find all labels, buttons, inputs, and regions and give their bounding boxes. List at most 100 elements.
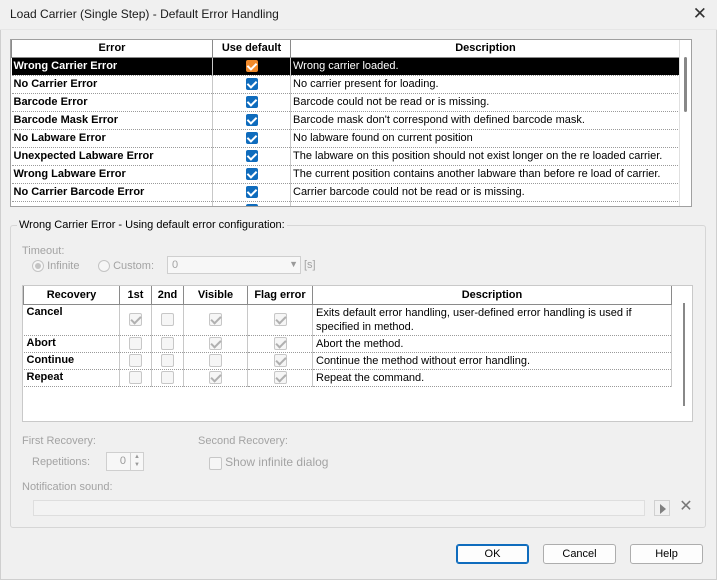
- error-table-scrollbar[interactable]: [679, 40, 691, 206]
- use-default-cell[interactable]: [212, 201, 291, 206]
- checkbox-icon[interactable]: [273, 313, 287, 326]
- first-cell[interactable]: [119, 352, 152, 370]
- checkbox-icon[interactable]: [245, 186, 258, 199]
- play-button[interactable]: [654, 500, 670, 516]
- flag-error-cell[interactable]: [247, 352, 313, 370]
- checkbox-icon[interactable]: [245, 60, 258, 73]
- column-header-flag-error[interactable]: Flag error: [247, 286, 313, 305]
- recovery-description: Repeat the command.: [312, 369, 672, 387]
- close-icon[interactable]: ✕: [693, 4, 707, 24]
- use-default-cell[interactable]: [212, 183, 291, 202]
- checkbox-icon[interactable]: [129, 313, 142, 326]
- show-infinite-dialog-checkbox[interactable]: Show infinite dialog: [209, 455, 328, 470]
- spin-up-icon[interactable]: ▲: [131, 453, 143, 461]
- column-header-visible[interactable]: Visible: [183, 286, 248, 305]
- cancel-button[interactable]: Cancel: [543, 544, 616, 564]
- flag-error-cell[interactable]: [247, 369, 313, 387]
- checkbox-icon[interactable]: [273, 337, 287, 350]
- checkbox-icon[interactable]: [209, 354, 222, 367]
- use-default-cell[interactable]: [212, 93, 291, 112]
- spinner-arrows[interactable]: ▲ ▼: [130, 453, 143, 470]
- table-row[interactable]: Wrong Labware Error The current position …: [11, 165, 681, 184]
- scrollbar-thumb[interactable]: [684, 57, 687, 112]
- checkbox-icon[interactable]: [245, 96, 258, 109]
- recovery-table[interactable]: Recovery 1st 2nd Visible Flag error Desc…: [22, 285, 693, 422]
- table-row[interactable]: Unexpected Labware Error The labware on t…: [11, 147, 681, 166]
- checkbox-icon[interactable]: [245, 114, 258, 127]
- column-header-description[interactable]: Description: [290, 40, 681, 58]
- first-cell[interactable]: [119, 335, 152, 353]
- custom-radio[interactable]: Custom:: [98, 260, 154, 273]
- table-row[interactable]: Repeat Repeat the command.: [23, 369, 672, 387]
- checkbox-icon[interactable]: [209, 313, 222, 326]
- checkbox-icon[interactable]: [245, 78, 258, 91]
- column-header-recovery[interactable]: Recovery: [23, 286, 120, 305]
- checkbox-icon[interactable]: [209, 337, 222, 350]
- visible-cell[interactable]: [183, 352, 248, 370]
- use-default-cell[interactable]: [212, 57, 291, 76]
- column-header-error[interactable]: Error: [11, 40, 213, 58]
- use-default-cell[interactable]: [212, 165, 291, 184]
- checkbox-icon[interactable]: [161, 313, 174, 326]
- checkbox-icon[interactable]: [161, 337, 174, 350]
- column-header-description[interactable]: Description: [312, 286, 672, 305]
- visible-cell[interactable]: [183, 304, 248, 336]
- checkbox-icon[interactable]: [129, 337, 142, 350]
- error-name: Unexpected Labware Error: [11, 147, 213, 166]
- radio-icon: [32, 260, 44, 273]
- second-cell[interactable]: [151, 352, 184, 370]
- second-cell[interactable]: [151, 369, 184, 387]
- column-header-use-default[interactable]: Use default: [212, 40, 291, 58]
- table-row[interactable]: Barcode Mask Error Barcode mask don't cor…: [11, 111, 681, 130]
- visible-cell[interactable]: [183, 369, 248, 387]
- error-table[interactable]: Error Use default Description Wrong Carr…: [10, 39, 692, 207]
- recovery-table-scrollbar[interactable]: [678, 286, 692, 421]
- first-cell[interactable]: [119, 304, 152, 336]
- checkbox-icon[interactable]: [161, 354, 174, 367]
- checkbox-icon[interactable]: [273, 354, 287, 367]
- checkbox-icon[interactable]: [245, 204, 258, 206]
- table-row[interactable]: Abort Abort the method.: [23, 335, 672, 353]
- spin-down-icon[interactable]: ▼: [131, 461, 143, 469]
- play-icon: [660, 504, 666, 514]
- checkbox-icon[interactable]: [273, 371, 287, 384]
- checkbox-icon[interactable]: [161, 371, 174, 384]
- use-default-cell[interactable]: [212, 129, 291, 148]
- second-cell[interactable]: [151, 335, 184, 353]
- column-header-2nd[interactable]: 2nd: [151, 286, 184, 305]
- repetitions-spinner[interactable]: 0 ▲ ▼: [106, 452, 144, 471]
- use-default-cell[interactable]: [212, 111, 291, 130]
- checkbox-icon[interactable]: [209, 371, 222, 384]
- flag-error-cell[interactable]: [247, 304, 313, 336]
- table-row[interactable]: No Labware Error No labware found on curr…: [11, 129, 681, 148]
- infinite-radio[interactable]: Infinite: [32, 260, 79, 273]
- scrollbar-thumb[interactable]: [683, 303, 685, 406]
- checkbox-icon[interactable]: [245, 168, 258, 181]
- table-row[interactable]: No Carrier Error No carrier present for l…: [11, 75, 681, 94]
- table-row[interactable]: No Carrier Barcode Error Carrier barcode …: [11, 183, 681, 202]
- checkbox-icon[interactable]: [245, 150, 258, 163]
- ok-button[interactable]: OK: [456, 544, 529, 564]
- column-header-1st[interactable]: 1st: [119, 286, 152, 305]
- use-default-cell[interactable]: [212, 147, 291, 166]
- visible-cell[interactable]: [183, 335, 248, 353]
- checkbox-icon[interactable]: [245, 132, 258, 145]
- flag-error-cell[interactable]: [247, 335, 313, 353]
- notification-sound-field[interactable]: [33, 500, 645, 516]
- use-default-cell[interactable]: [212, 75, 291, 94]
- table-row[interactable]: Wrong Carrier Error Wrong carrier loaded.: [11, 57, 681, 76]
- first-cell[interactable]: [119, 369, 152, 387]
- clear-icon[interactable]: ✕: [678, 499, 694, 516]
- custom-timeout-combo[interactable]: 0 ▼: [167, 256, 301, 274]
- table-row[interactable]: Cancel Exits default error handling, user…: [23, 304, 672, 336]
- second-cell[interactable]: [151, 304, 184, 336]
- checkbox-icon[interactable]: [129, 371, 142, 384]
- table-row[interactable]: Barcode Error Barcode could not be read o…: [11, 93, 681, 112]
- table-row[interactable]: [11, 201, 681, 206]
- table-row[interactable]: Continue Continue the method without erro…: [23, 352, 672, 370]
- radio-icon: [98, 260, 110, 273]
- error-name: Barcode Error: [11, 93, 213, 112]
- checkbox-icon[interactable]: [129, 354, 142, 367]
- error-description: Carrier barcode could not be read or is …: [290, 183, 681, 202]
- help-button[interactable]: Help: [630, 544, 703, 564]
